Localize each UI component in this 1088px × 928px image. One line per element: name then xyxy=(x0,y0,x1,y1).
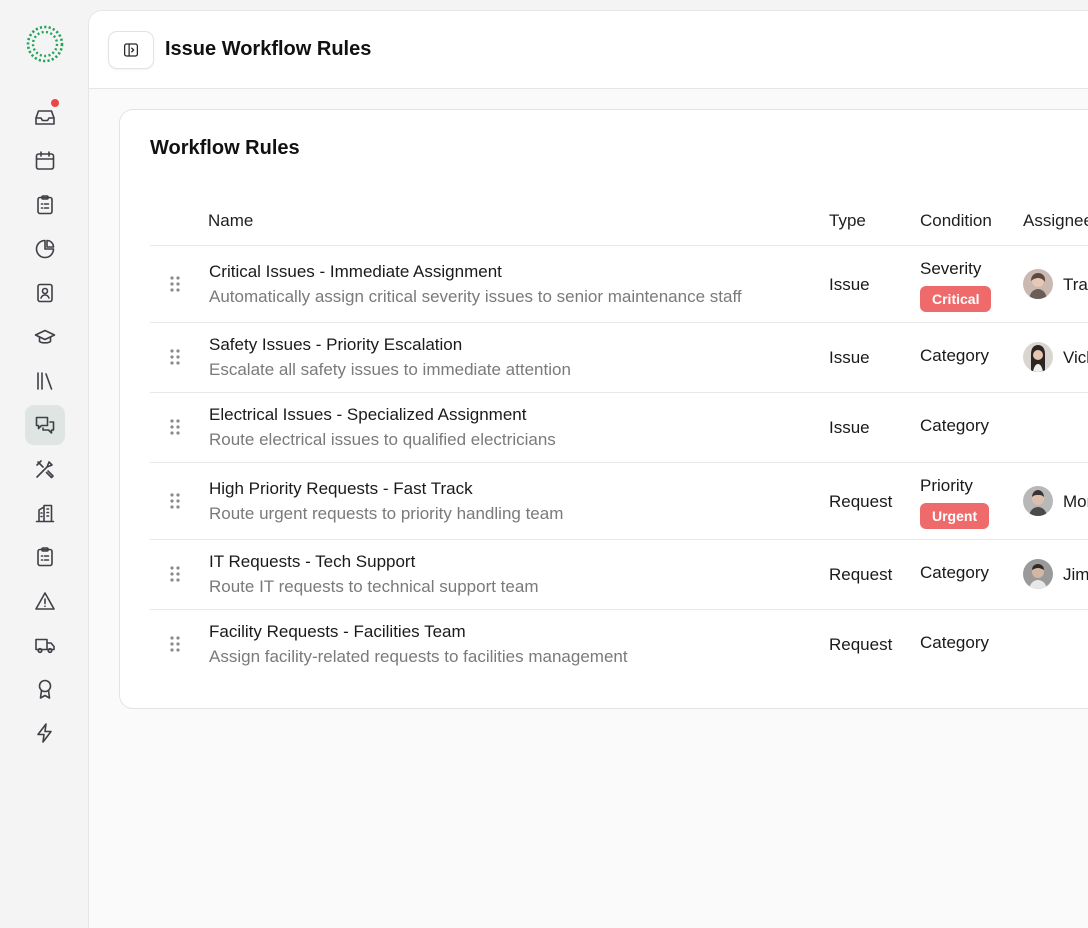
lightning-icon xyxy=(37,723,52,743)
tools-icon xyxy=(36,460,54,479)
condition-label: Category xyxy=(920,416,989,435)
condition-label: Category xyxy=(920,633,989,652)
drag-handle-icon[interactable] xyxy=(168,418,182,436)
messages-icon xyxy=(35,416,55,434)
assignee-avatar xyxy=(1023,269,1053,299)
table-row[interactable]: Facility Requests - Facilities Team Assi… xyxy=(150,610,1088,680)
assignee-name: Tracy xyxy=(1063,275,1088,294)
sidebar-item-calendar[interactable] xyxy=(25,141,65,181)
rule-description: Route IT requests to technical support t… xyxy=(209,577,539,596)
rule-type: Issue xyxy=(829,348,870,367)
rule-type: Issue xyxy=(829,275,870,294)
assignee-name: Vicki xyxy=(1063,348,1088,367)
rule-type: Request xyxy=(829,492,893,511)
page-header: Issue Workflow Rules xyxy=(89,11,1088,89)
table-row[interactable]: Electrical Issues - Specialized Assignme… xyxy=(150,393,1088,463)
sidebar-item-messages[interactable] xyxy=(25,405,65,445)
clipboard-list-icon xyxy=(37,547,53,567)
rule-description: Assign facility-related requests to faci… xyxy=(209,647,628,666)
column-header-assignee[interactable]: Assignee xyxy=(1023,211,1088,231)
main-panel: Issue Workflow Rules Workflow Rules Name… xyxy=(88,10,1088,928)
rule-name: Safety Issues - Priority Escalation xyxy=(209,335,463,354)
rule-description: Route electrical issues to qualified ele… xyxy=(209,430,556,449)
graduation-cap-icon xyxy=(34,329,56,344)
column-header-condition[interactable]: Condition xyxy=(920,211,992,231)
sidebar-item-checklists[interactable] xyxy=(25,537,65,577)
sidebar xyxy=(0,0,90,928)
page-title: Issue Workflow Rules xyxy=(165,38,372,60)
toggle-sidebar-button[interactable] xyxy=(108,31,154,69)
sidebar-item-clipboard[interactable] xyxy=(25,185,65,225)
rule-name: Critical Issues - Immediate Assignment xyxy=(209,262,502,281)
assignee-avatar xyxy=(1023,342,1053,372)
rule-type: Issue xyxy=(829,418,870,437)
table-row[interactable]: Safety Issues - Priority Escalation Esca… xyxy=(150,323,1088,393)
sidebar-toggle-icon xyxy=(123,43,139,57)
clipboard-icon xyxy=(37,195,53,215)
table-row[interactable]: High Priority Requests - Fast Track Rout… xyxy=(150,463,1088,540)
assignee-avatar xyxy=(1023,559,1053,589)
rule-description: Route urgent requests to priority handli… xyxy=(209,504,564,523)
workflow-rules-card: Workflow Rules Name Type Condition Assig… xyxy=(119,109,1088,709)
sidebar-item-automations[interactable] xyxy=(25,713,65,753)
rule-description: Escalate all safety issues to immediate … xyxy=(209,360,571,379)
alert-triangle-icon xyxy=(35,592,55,610)
calendar-icon xyxy=(35,151,55,170)
rule-description: Automatically assign critical severity i… xyxy=(209,287,742,306)
app-logo-icon[interactable] xyxy=(26,25,64,63)
sidebar-item-training[interactable] xyxy=(25,317,65,357)
condition-label: Priority xyxy=(920,476,973,495)
rule-type: Request xyxy=(829,565,893,584)
drag-handle-icon[interactable] xyxy=(168,565,182,583)
sidebar-item-issues[interactable] xyxy=(25,581,65,621)
column-header-name[interactable]: Name xyxy=(208,211,253,231)
table-row[interactable]: Critical Issues - Immediate Assignment A… xyxy=(150,246,1088,323)
rule-name: High Priority Requests - Fast Track xyxy=(209,479,473,498)
condition-label: Category xyxy=(920,346,989,365)
assignee-name: Monica xyxy=(1063,492,1088,511)
rule-name: Electrical Issues - Specialized Assignme… xyxy=(209,405,527,424)
table-row[interactable]: IT Requests - Tech Support Route IT requ… xyxy=(150,540,1088,610)
pie-chart-icon xyxy=(35,239,55,259)
library-icon xyxy=(37,372,53,390)
sidebar-item-library[interactable] xyxy=(25,361,65,401)
sidebar-item-contacts[interactable] xyxy=(25,273,65,313)
inbox-icon xyxy=(35,110,55,125)
notification-dot xyxy=(51,99,59,107)
card-title: Workflow Rules xyxy=(150,137,300,159)
sidebar-item-deliveries[interactable] xyxy=(25,625,65,665)
truck-icon xyxy=(35,638,55,654)
assignee-name: Jim xyxy=(1063,565,1088,584)
condition-label: Category xyxy=(920,563,989,582)
drag-handle-icon[interactable] xyxy=(168,348,182,366)
sidebar-item-certifications[interactable] xyxy=(25,669,65,709)
sidebar-item-inbox[interactable] xyxy=(25,97,65,137)
column-header-type[interactable]: Type xyxy=(829,211,866,231)
award-icon xyxy=(38,679,52,699)
drag-handle-icon[interactable] xyxy=(168,492,182,510)
rule-name: Facility Requests - Facilities Team xyxy=(209,622,466,641)
priority-badge: Urgent xyxy=(920,503,990,529)
contact-book-icon xyxy=(37,283,53,303)
severity-badge: Critical xyxy=(920,286,992,312)
assignee-avatar xyxy=(1023,486,1053,516)
condition-label: Severity xyxy=(920,259,982,278)
building-icon xyxy=(35,504,55,523)
drag-handle-icon[interactable] xyxy=(168,275,182,293)
rule-name: IT Requests - Tech Support xyxy=(209,552,416,571)
sidebar-item-tools[interactable] xyxy=(25,449,65,489)
drag-handle-icon[interactable] xyxy=(168,635,182,653)
rule-type: Request xyxy=(829,635,893,654)
sidebar-item-reports[interactable] xyxy=(25,229,65,269)
sidebar-item-buildings[interactable] xyxy=(25,493,65,533)
